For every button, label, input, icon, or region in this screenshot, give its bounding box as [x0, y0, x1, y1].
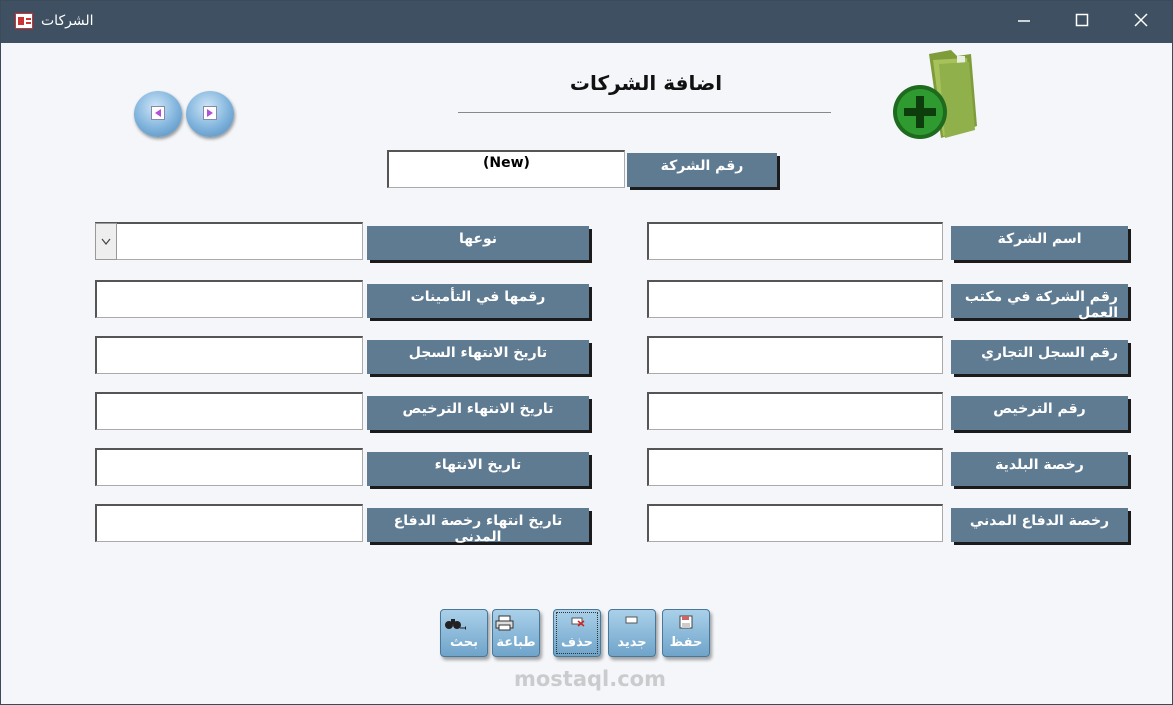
close-button[interactable] — [1121, 9, 1161, 35]
minimize-button[interactable] — [1004, 9, 1044, 35]
company-type-select[interactable] — [95, 222, 363, 260]
save-button[interactable]: حفظ — [662, 609, 710, 657]
license-number-label: رقم الترخيص — [951, 396, 1128, 430]
insurance-number-field[interactable] — [95, 280, 363, 318]
title-divider — [458, 112, 831, 113]
license-expiry-label: تاريخ الانتهاء الترخيص — [367, 396, 589, 430]
insurance-number-label: رقمها في التأمينات — [367, 284, 589, 318]
window-title: الشركات — [41, 13, 94, 29]
license-number-field[interactable] — [647, 392, 943, 430]
labor-office-number-label: رقم الشركة في مكتب العمل — [951, 284, 1128, 321]
delete-button[interactable]: حذف — [553, 609, 601, 657]
type-dropdown-button[interactable] — [95, 223, 117, 260]
print-button[interactable]: طباعة — [492, 609, 540, 657]
save-icon — [679, 615, 693, 629]
print-button-label: طباعة — [496, 635, 536, 650]
expiry-date-label: تاريخ الانتهاء — [367, 452, 589, 486]
commercial-register-label: رقم السجل التجاري — [951, 340, 1128, 374]
company-number-label: رقم الشركة — [627, 153, 777, 187]
companies-window: الشركات اضافة الشركات رقم الشركة (New) ن… — [0, 0, 1173, 705]
chevron-down-icon — [101, 238, 111, 245]
civil-defense-license-label: رخصة الدفاع المدني — [951, 508, 1128, 542]
civil-defense-expiry-field[interactable] — [95, 504, 363, 542]
new-button[interactable]: جديد — [608, 609, 656, 657]
maximize-icon — [1075, 13, 1089, 27]
next-record-button[interactable] — [186, 91, 234, 137]
printer-icon — [495, 615, 514, 631]
page-title: اضافة الشركات — [569, 71, 723, 95]
search-button-label: بحث — [449, 635, 478, 650]
municipal-license-field[interactable] — [647, 448, 943, 486]
arrow-right-icon — [207, 109, 213, 117]
delete-button-label: حذف — [561, 635, 593, 650]
new-button-label: جديد — [617, 635, 647, 650]
title-bar: الشركات — [1, 1, 1172, 43]
civil-defense-expiry-label: تاريخ انتهاء رخصة الدفاع المدنى — [367, 508, 589, 545]
search-button[interactable]: بحث — [440, 609, 488, 657]
table-form-icon — [15, 13, 33, 29]
binoculars-icon — [445, 619, 466, 630]
watermark-text: mostaql.com — [514, 667, 666, 691]
company-number-field[interactable]: (New) — [387, 150, 625, 188]
civil-defense-license-field[interactable] — [647, 504, 943, 542]
municipal-license-label: رخصة البلدية — [951, 452, 1128, 486]
labor-office-number-field[interactable] — [647, 280, 943, 318]
register-expiry-label: تاريخ الانتهاء السجل — [367, 340, 589, 374]
maximize-button[interactable] — [1062, 9, 1102, 35]
previous-record-button[interactable] — [134, 91, 182, 137]
delete-record-icon — [571, 617, 585, 627]
license-expiry-field[interactable] — [95, 392, 363, 430]
new-record-icon — [625, 616, 638, 624]
company-name-field[interactable] — [647, 222, 943, 260]
commercial-register-field[interactable] — [647, 336, 943, 374]
folder-add-icon — [893, 50, 977, 139]
company-name-label: اسم الشركة — [951, 226, 1128, 260]
register-expiry-field[interactable] — [95, 336, 363, 374]
arrow-left-icon — [155, 109, 161, 117]
save-button-label: حفظ — [669, 635, 703, 650]
company-type-label: نوعها — [367, 226, 589, 260]
close-icon — [1134, 13, 1148, 27]
minimize-icon — [1018, 20, 1030, 22]
expiry-date-field[interactable] — [95, 448, 363, 486]
